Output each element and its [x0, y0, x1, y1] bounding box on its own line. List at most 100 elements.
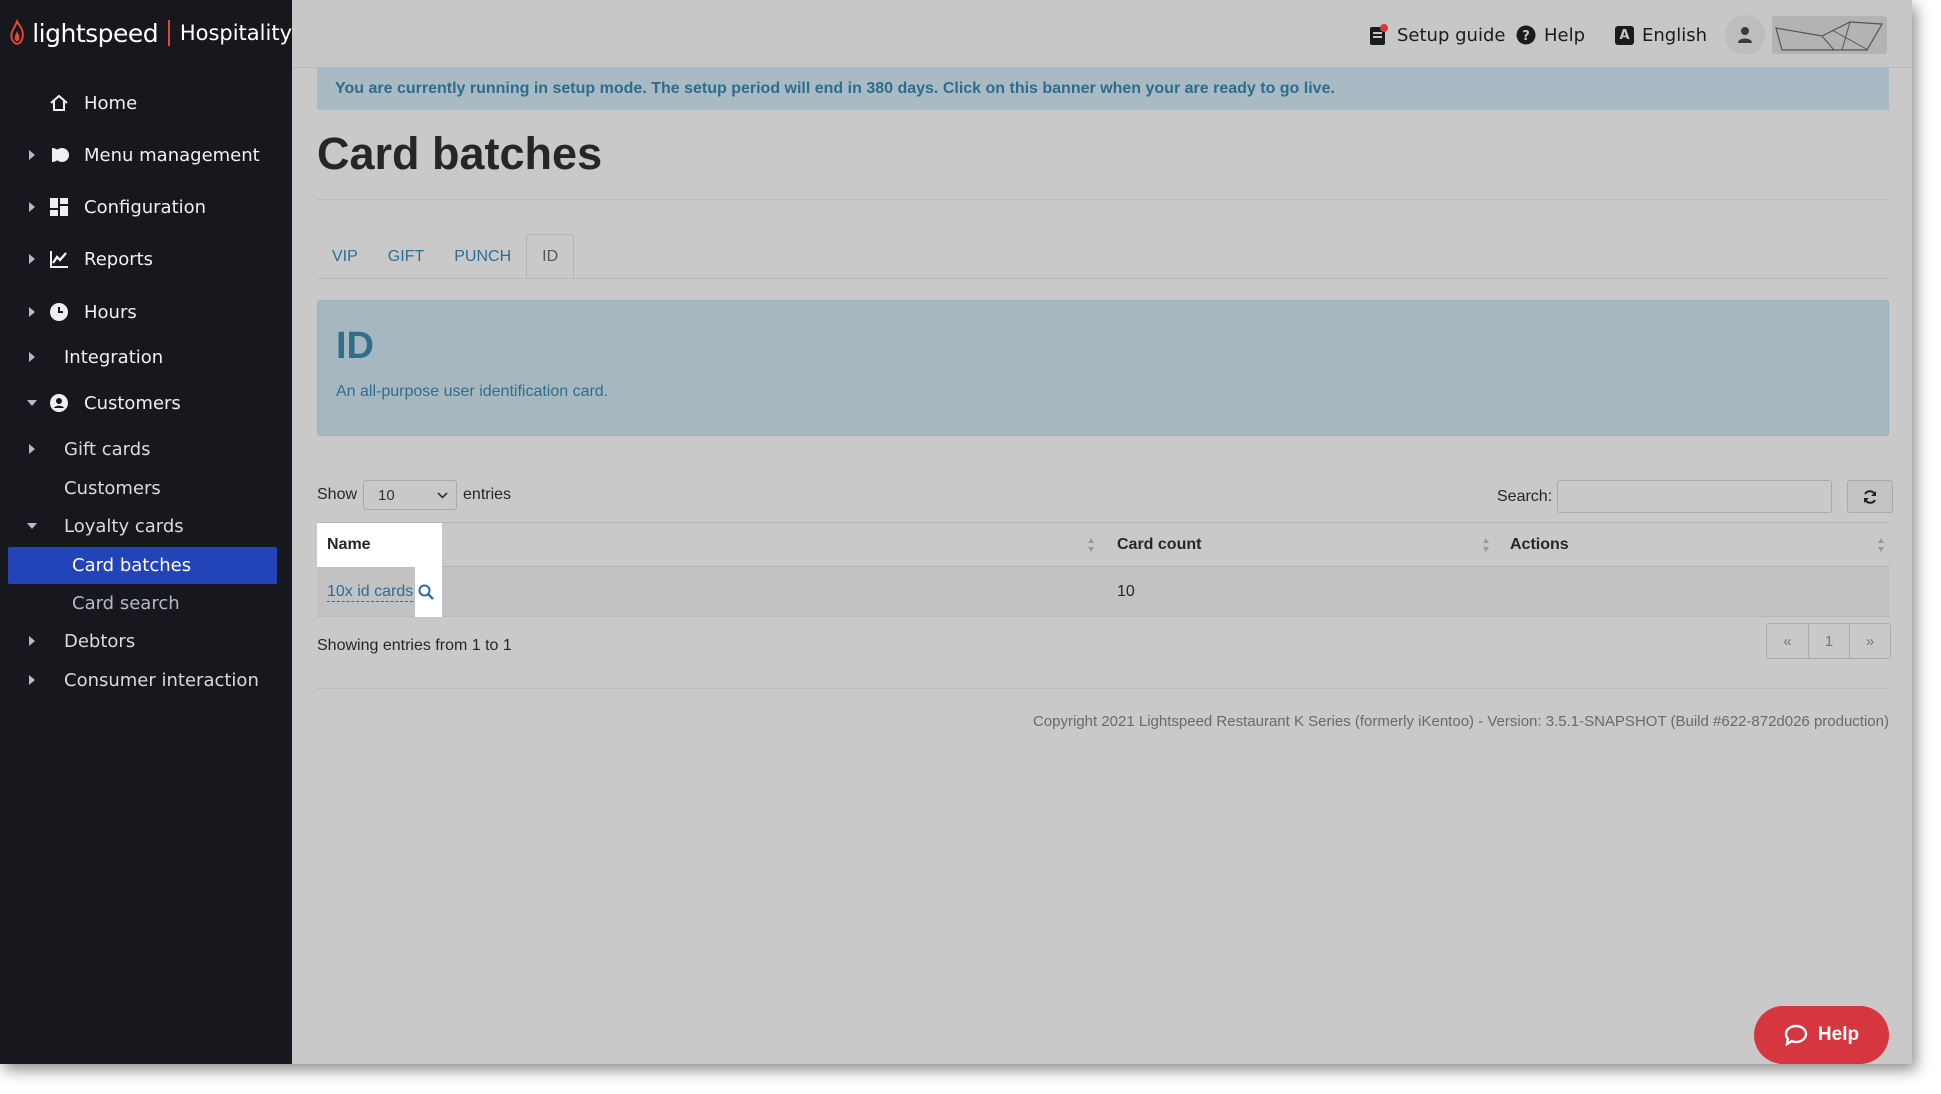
sort-icon[interactable] — [1877, 537, 1885, 553]
user-circle-icon — [48, 392, 70, 414]
card-batches-table: Name Card count Actions 10x id cards 10 — [317, 522, 1889, 617]
language-selector[interactable]: A English — [1615, 20, 1707, 50]
caret-right-icon — [26, 674, 38, 686]
sidebar-item-label: Customers — [64, 477, 161, 499]
table-header-row: Name Card count Actions — [317, 522, 1889, 567]
sidebar-item-label: Debtors — [64, 630, 136, 652]
sidebar-item-customers[interactable]: Customers — [0, 386, 292, 420]
chevron-down-icon — [437, 491, 448, 499]
cell-card-count: 10 — [1117, 583, 1135, 600]
table-info: Showing entries from 1 to 1 — [317, 637, 512, 654]
setup-guide-button[interactable]: Setup guide — [1369, 20, 1505, 50]
column-header-actions[interactable]: Actions — [1510, 523, 1569, 567]
svg-text:?: ? — [1522, 29, 1530, 44]
help-button[interactable]: ? Help — [1516, 20, 1585, 50]
card-type-tabs: VIP GIFT PUNCH ID — [317, 234, 575, 279]
sidebar-item-customers-list[interactable]: Customers — [0, 471, 292, 505]
sort-icon[interactable] — [1087, 537, 1095, 553]
tab-punch[interactable]: PUNCH — [439, 234, 526, 279]
card-type-title: ID — [336, 325, 374, 367]
logo[interactable]: lightspeed Hospitality — [0, 0, 292, 66]
sidebar-item-label: Card batches — [72, 555, 192, 576]
main-content: Setup guide ? Help A English You are cur… — [292, 0, 1912, 1064]
card-type-info-box: ID An all-purpose user identification ca… — [317, 300, 1889, 436]
lightspeed-flame-icon — [10, 18, 24, 45]
question-circle-icon: ? — [1516, 25, 1536, 45]
help-chat-label: Help — [1817, 1024, 1860, 1045]
footer-divider — [317, 688, 1889, 689]
tab-id[interactable]: ID — [526, 234, 575, 279]
refresh-button[interactable] — [1847, 480, 1893, 513]
account-logo-image[interactable] — [1772, 16, 1887, 54]
language-badge-icon: A — [1615, 25, 1634, 45]
sidebar-item-integration[interactable]: Integration — [0, 340, 292, 374]
pagination-page-1[interactable]: 1 — [1808, 624, 1849, 658]
caret-right-icon — [26, 149, 38, 161]
product-name: Hospitality — [179, 21, 292, 45]
sidebar-item-label: Reports — [84, 248, 154, 270]
page-title: Card batches — [317, 128, 603, 179]
chat-bubble-icon — [1784, 1024, 1808, 1046]
entries-label: entries — [463, 486, 512, 503]
caret-right-icon — [26, 351, 38, 363]
sidebar-item-label: Menu management — [84, 144, 260, 166]
column-header-card-count[interactable]: Card count — [1117, 523, 1201, 567]
chart-line-icon — [48, 248, 70, 270]
caret-right-icon — [26, 201, 38, 213]
sidebar-item-consumer-interaction[interactable]: Consumer interaction — [0, 663, 292, 697]
sidebar-item-reports[interactable]: Reports — [0, 242, 292, 276]
help-chat-button[interactable]: Help — [1754, 1006, 1889, 1064]
sidebar-item-debtors[interactable]: Debtors — [0, 624, 292, 658]
sidebar-item-loyalty-cards[interactable]: Loyalty cards — [0, 509, 292, 543]
sidebar-item-label: Card search — [72, 592, 180, 614]
sidebar-item-menu-management[interactable]: Menu management — [0, 138, 292, 172]
top-bar: Setup guide ? Help A English — [292, 0, 1912, 68]
menu-management-icon — [48, 144, 70, 166]
search-icon[interactable] — [418, 584, 434, 600]
sidebar-item-label: Customers — [84, 392, 181, 414]
refresh-icon — [1864, 489, 1876, 504]
caret-right-icon — [26, 443, 38, 455]
batch-name-link[interactable]: 10x id cards — [327, 583, 414, 602]
sidebar-item-label: Integration — [64, 346, 164, 368]
clipboard-notification-icon — [1370, 24, 1388, 45]
home-icon — [48, 92, 70, 114]
clock-icon — [48, 301, 70, 323]
help-label: Help — [1544, 24, 1586, 46]
language-label: English — [1642, 24, 1707, 46]
tab-vip[interactable]: VIP — [317, 234, 373, 279]
sidebar-item-label: Configuration — [84, 196, 207, 218]
caret-right-icon — [26, 306, 38, 318]
column-header-name[interactable]: Name — [317, 523, 442, 567]
brand-name: lightspeed — [32, 18, 159, 48]
pagination-previous[interactable]: « — [1767, 624, 1808, 658]
app-window: lightspeed Hospitality Home Menu managem… — [0, 0, 1912, 1064]
sidebar: lightspeed Hospitality Home Menu managem… — [0, 0, 292, 1064]
copyright-text: Copyright 2021 Lightspeed Restaurant K S… — [1032, 713, 1889, 730]
sort-icon[interactable] — [1482, 537, 1490, 553]
card-type-description: An all-purpose user identification card. — [336, 383, 609, 400]
entries-length-control: Show 10 entries — [317, 480, 511, 510]
entries-select[interactable]: 10 — [363, 480, 458, 510]
pagination: « 1 » — [1766, 623, 1891, 659]
sidebar-item-card-search[interactable]: Card search — [0, 586, 292, 620]
sidebar-item-hours[interactable]: Hours — [0, 295, 292, 329]
tab-gift[interactable]: GIFT — [373, 234, 439, 279]
sidebar-item-label: Gift cards — [64, 438, 151, 460]
sidebar-item-gift-cards[interactable]: Gift cards — [0, 432, 292, 466]
search-input[interactable] — [1557, 480, 1833, 513]
sidebar-item-label: Consumer interaction — [64, 669, 259, 691]
caret-down-icon — [26, 397, 38, 409]
sidebar-item-home[interactable]: Home — [0, 86, 292, 120]
table-search: Search: — [1497, 480, 1833, 513]
sidebar-item-card-batches[interactable]: Card batches — [8, 547, 277, 584]
sidebar-item-configuration[interactable]: Configuration — [0, 190, 292, 224]
pagination-next[interactable]: » — [1849, 624, 1890, 658]
sidebar-item-label: Hours — [84, 301, 137, 323]
setup-guide-label: Setup guide — [1397, 24, 1506, 46]
setup-mode-banner[interactable]: You are currently running in setup mode.… — [317, 68, 1889, 110]
user-icon — [1738, 27, 1752, 43]
user-menu-button[interactable] — [1725, 15, 1765, 55]
tabs-divider — [317, 278, 1889, 279]
caret-down-icon — [26, 520, 38, 532]
